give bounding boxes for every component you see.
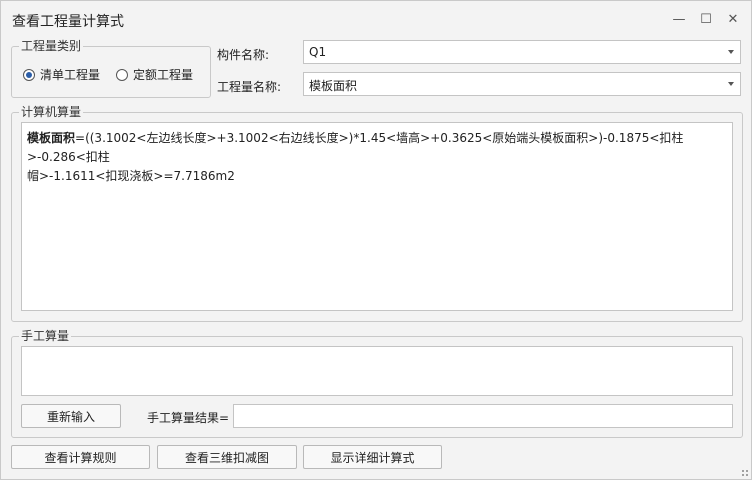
chevron-down-icon xyxy=(728,50,734,54)
quantity-name-select[interactable]: 模板面积 xyxy=(303,72,741,96)
chevron-down-icon xyxy=(728,82,734,86)
computer-formula: 模板面积=((3.1002<左边线长度>+3.1002<右边线长度>)*1.45… xyxy=(27,129,727,186)
radio-quota-quantity-label: 定额工程量 xyxy=(133,68,194,82)
computer-formula-box[interactable]: 模板面积=((3.1002<左边线长度>+3.1002<右边线长度>)*1.45… xyxy=(21,122,733,311)
formula-line-2: 帽>-1.1611<扣现浇板>=7.7186m2 xyxy=(27,169,235,183)
radio-unchecked-icon xyxy=(116,68,128,81)
radio-bill-quantity-label: 清单工程量 xyxy=(40,68,101,82)
quantity-name-label: 工程量名称: xyxy=(217,80,282,94)
component-name-value: Q1 xyxy=(309,45,327,59)
formula-name: 模板面积 xyxy=(27,131,76,145)
category-group-label: 工程量类别 xyxy=(19,39,84,53)
manual-calc-label: 手工算量 xyxy=(19,329,72,343)
manual-result-input[interactable] xyxy=(233,404,733,428)
view-3d-button[interactable]: 查看三维扣减图 xyxy=(157,445,297,469)
window-title: 查看工程量计算式 xyxy=(12,14,124,30)
reenter-button[interactable]: 重新输入 xyxy=(21,404,121,428)
resize-grip-icon[interactable] xyxy=(741,469,749,477)
manual-formula-input[interactable] xyxy=(21,346,733,396)
dialog-window: 查看工程量计算式 — ☐ ✕ 工程量类别 清单工程量 定额工程量 构件名称: Q… xyxy=(0,0,752,480)
close-icon[interactable]: ✕ xyxy=(721,9,745,29)
radio-bill-quantity[interactable]: 清单工程量 xyxy=(23,66,100,83)
maximize-icon[interactable]: ☐ xyxy=(694,9,718,29)
radio-quota-quantity[interactable]: 定额工程量 xyxy=(116,66,193,83)
manual-result-label: 手工算量结果= xyxy=(147,411,230,425)
view-rules-button[interactable]: 查看计算规则 xyxy=(11,445,150,469)
computer-calc-label: 计算机算量 xyxy=(19,105,84,119)
title-bar: 查看工程量计算式 — ☐ ✕ xyxy=(1,1,751,37)
component-name-select[interactable]: Q1 xyxy=(303,40,741,64)
show-detail-button[interactable]: 显示详细计算式 xyxy=(303,445,442,469)
quantity-name-value: 模板面积 xyxy=(309,79,358,93)
formula-line-1: =((3.1002<左边线长度>+3.1002<右边线长度>)*1.45<墙高>… xyxy=(27,131,684,164)
component-name-label: 构件名称: xyxy=(217,48,270,62)
radio-checked-icon xyxy=(23,68,35,81)
minimize-icon[interactable]: — xyxy=(667,9,691,29)
